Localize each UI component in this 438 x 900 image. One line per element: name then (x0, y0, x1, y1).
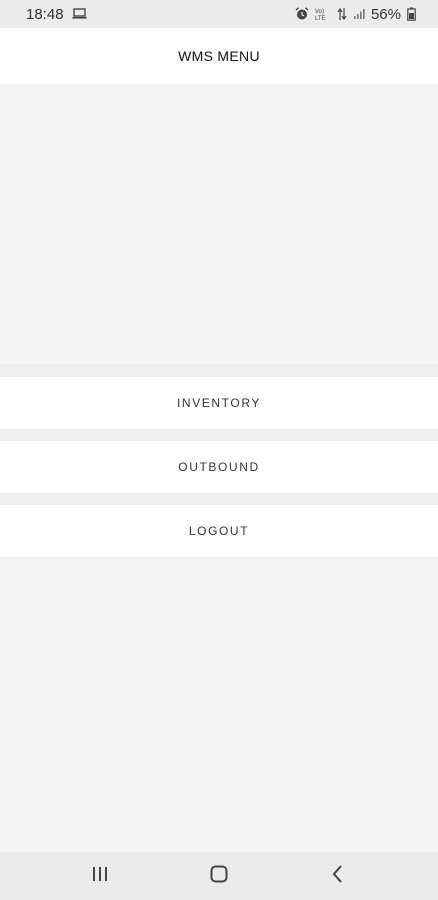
svg-text:Vo): Vo) (315, 9, 324, 15)
main-menu: INVENTORY OUTBOUND LOGOUT (0, 364, 438, 558)
status-right: Vo) LTE 56% (295, 6, 416, 23)
svg-text:LTE: LTE (315, 16, 326, 21)
volte-icon: Vo) LTE (315, 7, 331, 21)
data-arrows-icon (337, 7, 347, 21)
home-button[interactable] (189, 856, 249, 896)
app-screen: 18:48 Vo) LTE 56% WMS MENU INVENTORY OUT… (0, 0, 438, 900)
page-title: WMS MENU (178, 48, 260, 64)
status-left: 18:48 (26, 6, 87, 23)
outbound-button[interactable]: OUTBOUND (0, 441, 438, 493)
back-button[interactable] (308, 856, 368, 896)
logout-button[interactable]: LOGOUT (0, 505, 438, 557)
back-icon (331, 864, 345, 889)
inventory-button[interactable]: INVENTORY (0, 377, 438, 429)
status-bar: 18:48 Vo) LTE 56% (0, 0, 438, 28)
app-header: WMS MENU (0, 28, 438, 84)
home-icon (209, 864, 229, 889)
alarm-icon (295, 7, 309, 21)
battery-percent: 56% (370, 5, 401, 23)
laptop-icon (72, 8, 87, 20)
battery-icon (407, 7, 416, 21)
banner-area (0, 84, 438, 364)
status-time: 18:48 (26, 5, 64, 23)
signal-icon (353, 8, 365, 20)
system-nav-bar (0, 852, 438, 900)
recent-apps-button[interactable] (70, 856, 130, 896)
recent-apps-icon (90, 865, 110, 888)
